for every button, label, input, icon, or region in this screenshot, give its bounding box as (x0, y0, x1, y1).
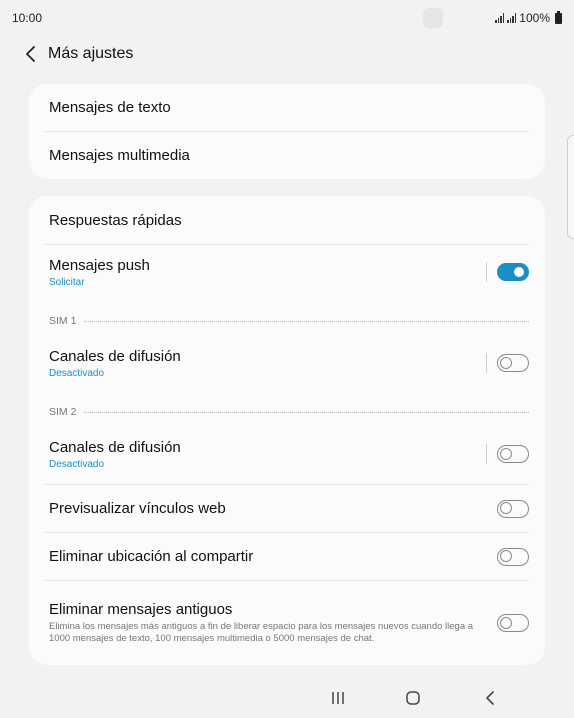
sim1-broadcast-item[interactable]: Canales de difusión Desactivado (45, 336, 529, 390)
toggle-knob (513, 265, 525, 278)
item-title: Respuestas rápidas (49, 211, 182, 229)
recents-button[interactable] (323, 686, 353, 710)
recents-icon (332, 692, 344, 704)
web-preview-item[interactable]: Previsualizar vínculos web (45, 485, 529, 532)
sim1-section-header: SIM 1 (49, 314, 529, 328)
toggle-knob (499, 550, 512, 562)
item-subtitle: Desactivado (49, 458, 105, 470)
toggle-knob (499, 447, 512, 460)
push-messages-toggle[interactable] (497, 263, 529, 281)
item-subtitle: Desactivado (49, 367, 105, 379)
item-title: Canales de difusión (49, 438, 181, 456)
back-button[interactable] (12, 36, 50, 72)
item-title: Canales de difusión (49, 347, 181, 365)
signal-icon (507, 13, 517, 23)
sim2-section-header: SIM 2 (49, 405, 529, 419)
item-title: Eliminar mensajes antiguos (49, 601, 233, 618)
remove-location-toggle[interactable] (497, 547, 529, 566)
text-messages-item[interactable]: Mensajes de texto (45, 84, 529, 131)
delete-old-messages-toggle[interactable] (497, 614, 529, 632)
settings-card: Respuestas rápidas Mensajes push Solicit… (29, 196, 545, 665)
item-title: Mensajes de texto (49, 99, 171, 116)
home-button[interactable] (398, 686, 428, 710)
navigation-bar (0, 678, 574, 718)
item-title: Previsualizar vínculos web (49, 500, 226, 517)
item-subtitle: Solicitar (49, 276, 85, 288)
nav-back-button[interactable] (475, 686, 505, 710)
toggle-knob (499, 616, 512, 629)
item-title: Mensajes push (49, 256, 150, 274)
section-label: SIM 1 (49, 315, 77, 327)
toggle-knob (499, 356, 512, 369)
separator (486, 262, 487, 282)
edge-panel-handle[interactable] (567, 135, 574, 239)
separator (486, 444, 487, 464)
toggle-knob (499, 502, 512, 514)
chevron-left-icon (26, 46, 35, 62)
sim1-broadcast-toggle[interactable] (497, 354, 529, 372)
sim2-broadcast-toggle[interactable] (497, 445, 529, 463)
quick-replies-item[interactable]: Respuestas rápidas (45, 196, 529, 244)
web-preview-toggle[interactable] (497, 499, 529, 518)
remove-location-item[interactable]: Eliminar ubicación al compartir (45, 533, 529, 580)
item-title: Eliminar ubicación al compartir (49, 548, 254, 565)
battery-icon (555, 10, 562, 24)
battery-percent: 100% (519, 11, 550, 25)
delete-old-messages-item[interactable]: Eliminar mensajes antiguos Elimina los m… (45, 593, 529, 653)
push-messages-item[interactable]: Mensajes push Solicitar (45, 245, 529, 299)
status-bar: 10:00 100% (0, 0, 574, 36)
separator (486, 353, 487, 373)
dotted-line (84, 320, 529, 322)
multimedia-messages-item[interactable]: Mensajes multimedia (45, 132, 529, 179)
status-time: 10:00 (12, 11, 43, 25)
item-description: Elimina los mensajes más antiguos a fin … (49, 621, 474, 644)
back-icon (486, 691, 494, 705)
section-label: SIM 2 (49, 406, 77, 418)
camera-cutout (423, 8, 443, 28)
app-header: Más ajustes (0, 36, 574, 72)
sim2-broadcast-item[interactable]: Canales de difusión Desactivado (45, 427, 529, 481)
signal-icon (495, 13, 505, 23)
page-title: Más ajustes (48, 45, 134, 62)
divider (45, 580, 529, 581)
item-title: Mensajes multimedia (49, 147, 190, 164)
dotted-line (84, 411, 529, 413)
status-icons: 100% (495, 10, 562, 25)
messages-card: Mensajes de texto Mensajes multimedia (29, 84, 545, 179)
home-icon (406, 691, 420, 705)
